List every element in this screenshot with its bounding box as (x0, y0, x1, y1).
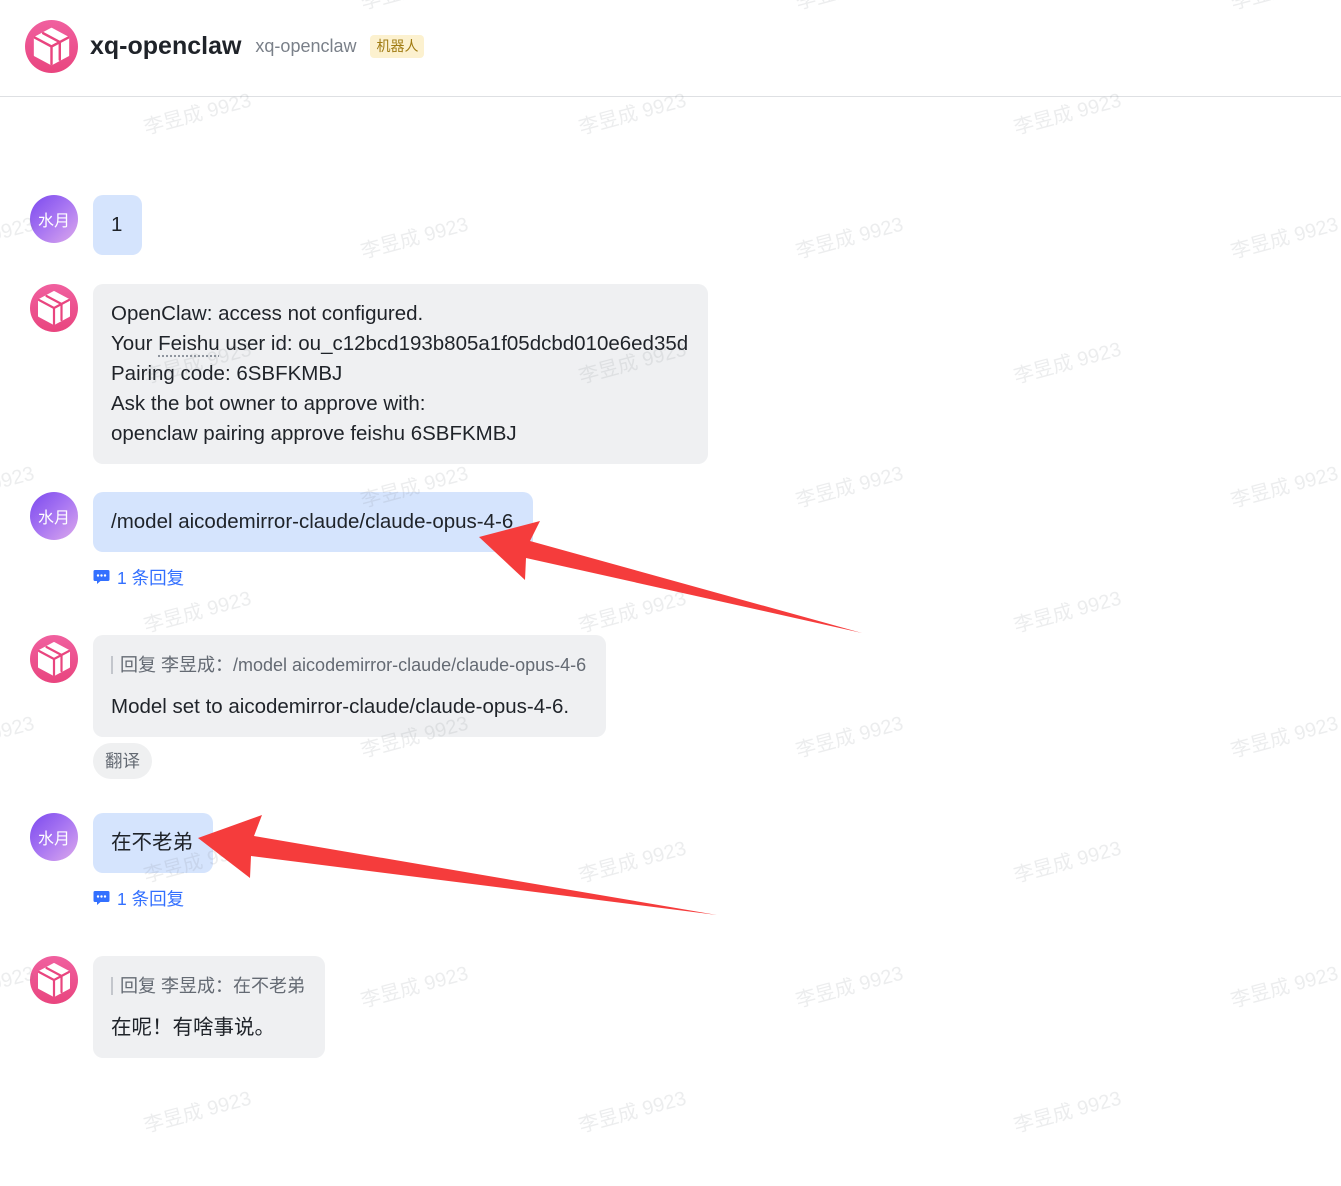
watermark: 李昱成 9923 (0, 0, 37, 15)
message-line: Ask the bot owner to approve with: (111, 392, 426, 415)
message-row: OpenClaw: access not configured. Your Fe… (30, 284, 709, 464)
message-content: /model aicodemirror-claude/claude-opus-4… (93, 492, 534, 588)
cube-icon (33, 27, 70, 66)
message-row: 水月 在不老弟 1 条回复 (30, 813, 213, 909)
message-row: 水月 /model aicodemirror-claude/claude-opu… (30, 492, 534, 588)
user-avatar[interactable]: 水月 (30, 813, 78, 861)
bot-avatar[interactable] (25, 20, 78, 73)
quote-text: /model aicodemirror-claude/claude-opus-4… (233, 655, 587, 675)
line-text: user id: ou_c12bcd193b805a1f05dcbd010e6e… (219, 332, 689, 355)
watermark: 李昱成 9923 (1228, 462, 1341, 513)
bot-avatar[interactable] (30, 284, 78, 332)
message-text: Model set to aicodemirror-claude/claude-… (111, 695, 570, 718)
message-bubble[interactable]: 回复 李昱成： 在不老弟 在呢！有啥事说。 (93, 956, 326, 1058)
chat-subtitle: xq-openclaw (255, 36, 357, 56)
message-bubble[interactable]: OpenClaw: access not configured. Your Fe… (93, 284, 709, 464)
quote-bar (111, 656, 113, 674)
message-text: 在不老弟 (111, 831, 193, 854)
cube-icon (37, 642, 71, 677)
chat-window: xq-openclaw xq-openclaw 机器人 水月 1 OpenCla… (0, 0, 1341, 1186)
bot-badge: 机器人 (370, 34, 425, 58)
watermark: 李昱成 9923 (1011, 837, 1124, 888)
cube-icon (37, 291, 71, 326)
watermark: 李昱成 9923 (1228, 213, 1341, 264)
message-content: 回复 李昱成： 在不老弟 在呢！有啥事说。 (93, 956, 326, 1058)
watermark: 李昱成 9923 (576, 587, 689, 638)
reply-quote[interactable]: 回复 李昱成： /model aicodemirror-claude/claud… (111, 650, 586, 680)
watermark: 李昱成 9923 (1227, 0, 1341, 15)
line-text: Your (111, 332, 159, 355)
thread-replies-count: 1 条回复 (117, 567, 185, 588)
user-avatar[interactable]: 水月 (30, 492, 78, 540)
message-content: 在不老弟 1 条回复 (93, 813, 213, 909)
header-divider (0, 96, 1341, 97)
watermark: 李昱成 9923 (358, 213, 471, 264)
message-text: 在呢！有啥事说。 (111, 1016, 275, 1039)
watermark: 李昱成 9923 (1011, 1087, 1124, 1138)
bot-avatar[interactable] (30, 635, 78, 683)
avatar-initials: 水月 (37, 213, 70, 230)
message-row: 回复 李昱成： /model aicodemirror-claude/claud… (30, 635, 607, 779)
watermark: 李昱成 9923 (792, 0, 906, 15)
watermark: 李昱成 9923 (576, 89, 689, 140)
message-bubble[interactable]: 在不老弟 (93, 813, 213, 873)
watermark: 李昱成 9923 (1228, 712, 1341, 763)
watermark: 李昱成 9923 (793, 712, 906, 763)
cube-icon (37, 963, 71, 998)
bot-avatar[interactable] (30, 956, 78, 1004)
thread-replies-count: 1 条回复 (117, 888, 185, 909)
watermark: 李昱成 9923 (141, 89, 254, 140)
quote-prefix: 回复 李昱成： (120, 655, 234, 675)
watermark: 李昱成 9923 (141, 587, 254, 638)
chat-header: xq-openclaw xq-openclaw 机器人 (90, 30, 425, 62)
watermark: 李昱成 9923 (1011, 338, 1124, 389)
watermark: 李昱成 9923 (793, 213, 906, 264)
reply-quote[interactable]: 回复 李昱成： 在不老弟 (111, 971, 305, 1001)
message-text: 1 (111, 213, 123, 236)
watermark: 李昱成 9923 (357, 0, 471, 15)
quote-bar (111, 977, 113, 995)
message-row: 回复 李昱成： 在不老弟 在呢！有啥事说。 (30, 956, 326, 1058)
watermark: 李昱成 9923 (358, 962, 471, 1013)
message-content: 回复 李昱成： /model aicodemirror-claude/claud… (93, 635, 607, 779)
quote-text: 在不老弟 (233, 976, 306, 996)
message-row: 水月 1 (30, 195, 143, 255)
annotation-arrow (198, 815, 717, 915)
avatar-initials: 水月 (37, 831, 70, 848)
message-bubble[interactable]: /model aicodemirror-claude/claude-opus-4… (93, 492, 534, 552)
chat-title: xq-openclaw (90, 32, 242, 60)
avatar-initials: 水月 (37, 510, 70, 527)
message-content: 1 (93, 195, 143, 255)
quote-prefix: 回复 李昱成： (120, 976, 234, 996)
chat-bubble-icon (93, 570, 110, 584)
watermark: 李昱成 9923 (576, 1087, 689, 1138)
watermark: 李昱成 9923 (1011, 587, 1124, 638)
watermark: 李昱成 9923 (793, 462, 906, 513)
watermark: 李昱成 9923 (576, 837, 689, 888)
watermark: 李昱成 9923 (1011, 89, 1124, 140)
message-line: Pairing code: 6SBFKMBJ (111, 362, 343, 385)
watermark: 李昱成 9923 (1228, 962, 1341, 1013)
message-bubble[interactable]: 回复 李昱成： /model aicodemirror-claude/claud… (93, 635, 607, 737)
thread-replies-link[interactable]: 1 条回复 (93, 887, 184, 909)
message-text: /model aicodemirror-claude/claude-opus-4… (111, 510, 514, 533)
translate-button[interactable]: 翻译 (93, 743, 152, 779)
thread-replies-link[interactable]: 1 条回复 (93, 566, 184, 588)
message-content: OpenClaw: access not configured. Your Fe… (93, 284, 709, 464)
watermark: 李昱成 9923 (793, 962, 906, 1013)
message-line: openclaw pairing approve feishu 6SBFKMBJ (111, 422, 517, 445)
annotation-arrow (479, 521, 862, 633)
message-line: Your Feishu user id: ou_c12bcd193b805a1f… (111, 329, 688, 359)
feishu-term[interactable]: Feishu (158, 332, 220, 355)
chat-bubble-icon (93, 891, 110, 905)
message-line: OpenClaw: access not configured. (111, 302, 424, 325)
user-avatar[interactable]: 水月 (30, 195, 78, 243)
message-bubble[interactable]: 1 (93, 195, 143, 255)
watermark: 李昱成 9923 (141, 1087, 254, 1138)
